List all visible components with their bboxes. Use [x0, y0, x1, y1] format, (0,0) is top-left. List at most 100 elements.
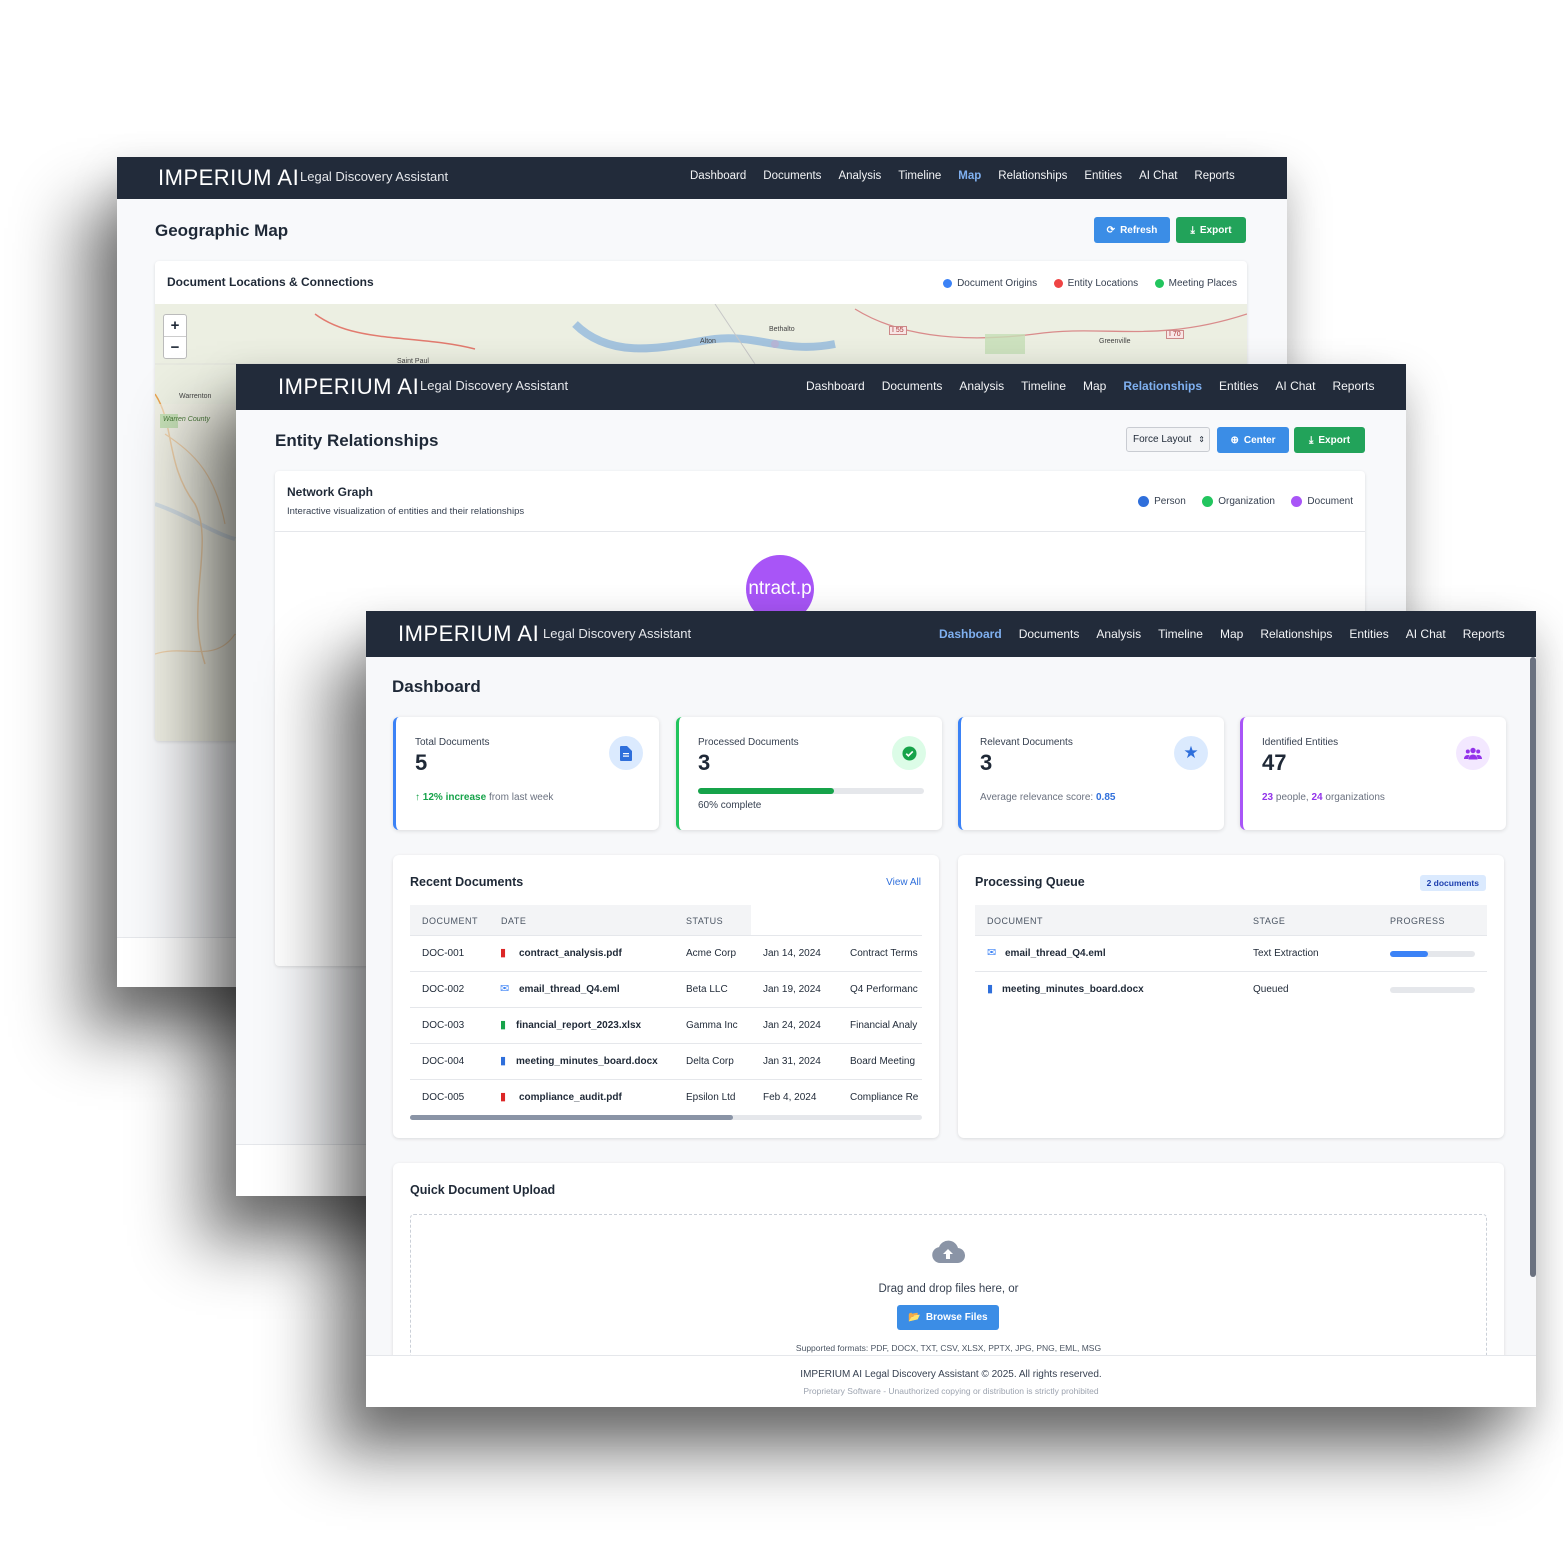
recent-table: DOCUMENT DATE STATUS DOC-001 ▮ contract_… [410, 905, 922, 1111]
table-row[interactable]: DOC-001 ▮ contract_analysis.pdf Acme Cor… [410, 935, 922, 972]
stat-label: Processed Documents [698, 737, 799, 748]
center-button[interactable]: ⊕ Center [1217, 427, 1289, 453]
zoom-in-button[interactable]: + [164, 315, 186, 337]
table-row[interactable]: DOC-002 ✉ email_thread_Q4.eml Beta LLC J… [410, 971, 922, 1008]
nav-timeline[interactable]: Timeline [898, 170, 941, 182]
table-row[interactable]: DOC-005 ▮ compliance_audit.pdf Epsilon L… [410, 1079, 922, 1111]
export-button[interactable]: ⤓ Export [1176, 217, 1246, 243]
nav-ai-chat[interactable]: AI Chat [1275, 379, 1315, 393]
nav-documents[interactable]: Documents [1019, 627, 1080, 641]
card-title: Quick Document Upload [410, 1183, 556, 1197]
table-row[interactable]: ▮ meeting_minutes_board.docx Queued [975, 971, 1487, 1008]
table-row[interactable]: ✉ email_thread_Q4.eml Text Extraction [975, 935, 1487, 972]
nav-map[interactable]: Map [1083, 379, 1106, 393]
table-header: DOCUMENT STAGE PROGRESS [975, 905, 1487, 935]
horizontal-scrollbar[interactable] [410, 1115, 922, 1120]
doc-id: DOC-002 [422, 984, 465, 995]
relevance-label: Average relevance score: [980, 792, 1094, 803]
nav-relationships[interactable]: Relationships [998, 170, 1067, 182]
orgs-count: 24 [1311, 792, 1323, 803]
relevance-note: Average relevance score: 0.85 [980, 792, 1115, 803]
nav-map[interactable]: Map [958, 170, 981, 182]
queue-badge: 2 documents [1419, 875, 1486, 891]
view-all-link[interactable]: View All [886, 877, 921, 888]
nav-reports[interactable]: Reports [1463, 627, 1505, 641]
nav-analysis[interactable]: Analysis [838, 170, 881, 182]
processed-progress-fill [698, 788, 834, 794]
select-arrows-icon: ⇕ [1198, 435, 1205, 444]
nav-reports[interactable]: Reports [1332, 379, 1374, 393]
nav-reports[interactable]: Reports [1194, 170, 1234, 182]
nav-entities[interactable]: Entities [1349, 627, 1388, 641]
doc-id: DOC-004 [422, 1056, 465, 1067]
stat-relevant-documents: Relevant Documents 3 ★ Average relevance… [958, 717, 1224, 830]
stat-label: Relevant Documents [980, 737, 1073, 748]
browse-files-button[interactable]: 📂 Browse Files [897, 1305, 999, 1330]
nav-analysis[interactable]: Analysis [959, 379, 1004, 393]
nav-documents[interactable]: Documents [763, 170, 821, 182]
queue-stage: Text Extraction [1253, 948, 1319, 959]
scrollbar-thumb[interactable] [410, 1115, 733, 1120]
doc-name: email_thread_Q4.eml [519, 984, 620, 995]
relevance-score: 0.85 [1096, 792, 1116, 803]
nav-ai-chat[interactable]: AI Chat [1139, 170, 1177, 182]
legend-label: Entity Locations [1067, 278, 1139, 289]
export-button[interactable]: ⤓ Export [1294, 427, 1365, 453]
table-row[interactable]: DOC-003 ▮ financial_report_2023.xlsx Gam… [410, 1007, 922, 1044]
layout-select-value: Force Layout [1133, 434, 1192, 445]
col-document: DOCUMENT [422, 916, 478, 926]
scrollbar[interactable] [1530, 657, 1536, 1277]
center-label: Center [1243, 434, 1276, 446]
nav-entities[interactable]: Entities [1084, 170, 1122, 182]
people-count: 23 [1262, 792, 1274, 803]
nav-analysis[interactable]: Analysis [1096, 627, 1141, 641]
nav-dashboard[interactable]: Dashboard [690, 170, 746, 182]
nav-links: Dashboard Documents Analysis Timeline Ma… [690, 170, 1235, 182]
crosshair-icon: ⊕ [1230, 434, 1239, 446]
map-legend: Document Origins Entity Locations Meetin… [931, 275, 1237, 293]
doc-date: Jan 14, 2024 [763, 948, 821, 959]
queue-stage: Queued [1253, 984, 1289, 995]
table-row[interactable]: DOC-004 ▮ meeting_minutes_board.docx Del… [410, 1043, 922, 1080]
logo: IMPERIUM AI [278, 374, 420, 399]
stat-trend: ↑ 12% increase from last week [415, 792, 553, 803]
network-card-title: Network Graph [287, 485, 374, 499]
col-status: STATUS [686, 916, 724, 926]
legend-meeting-places: Meeting Places [1154, 278, 1237, 289]
browse-label: Browse Files [925, 1312, 988, 1323]
queue-doc-name: email_thread_Q4.eml [1005, 948, 1106, 959]
refresh-button[interactable]: ⟳ Refresh [1094, 217, 1170, 243]
nav-timeline[interactable]: Timeline [1021, 379, 1066, 393]
nav-map[interactable]: Map [1220, 627, 1243, 641]
map-label: I 55 [889, 326, 907, 335]
nav-entities[interactable]: Entities [1219, 379, 1258, 393]
legend-document-origins: Document Origins [943, 278, 1037, 289]
legend-person: Person [1138, 496, 1186, 507]
nav-relationships[interactable]: Relationships [1260, 627, 1332, 641]
nav-dashboard[interactable]: Dashboard [939, 627, 1002, 641]
doc-org: Gamma Inc [686, 1020, 738, 1031]
nav-timeline[interactable]: Timeline [1158, 627, 1203, 641]
stat-value: 3 [980, 750, 993, 775]
doc-org: Epsilon Ltd [686, 1092, 736, 1103]
stat-label: Identified Entities [1262, 737, 1339, 748]
excel-icon: ▮ [500, 1019, 507, 1031]
doc-topic: Compliance Re [850, 1092, 919, 1103]
check-circle-icon [892, 736, 926, 770]
nav-documents[interactable]: Documents [882, 379, 943, 393]
green-dot-icon [1154, 279, 1164, 288]
nav-relationships[interactable]: Relationships [1123, 379, 1202, 393]
star-icon: ★ [1174, 736, 1208, 770]
email-icon: ✉ [500, 983, 510, 995]
layout-select[interactable]: Force Layout ⇕ [1126, 427, 1210, 452]
word-icon: ▮ [500, 1055, 507, 1067]
download-icon: ⤓ [1308, 434, 1314, 446]
zoom-out-button[interactable]: − [164, 337, 186, 358]
upload-card: Quick Document Upload Drag and drop file… [393, 1163, 1504, 1376]
dropzone[interactable]: Drag and drop files here, or 📂 Browse Fil… [410, 1214, 1487, 1376]
nav-ai-chat[interactable]: AI Chat [1406, 627, 1446, 641]
cloud-upload-icon [931, 1240, 966, 1269]
nav-dashboard[interactable]: Dashboard [806, 379, 865, 393]
logo: IMPERIUM AI [158, 165, 300, 190]
refresh-icon: ⟳ [1106, 224, 1116, 236]
